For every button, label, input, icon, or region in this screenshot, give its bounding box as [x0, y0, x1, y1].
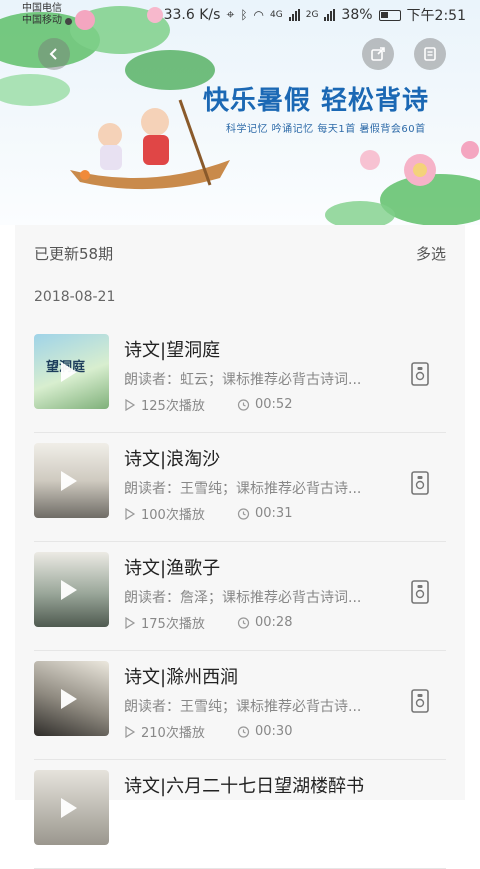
thumbnail — [34, 552, 109, 627]
battery-icon — [378, 9, 401, 21]
list-item[interactable]: 诗文|滁州西涧 朗读者：王雪纯；课标推荐必背古诗... 210次播放 00:30 — [34, 651, 446, 760]
back-button[interactable] — [38, 38, 70, 70]
document-icon — [424, 47, 436, 61]
carrier-1: 中国电信 — [22, 3, 62, 14]
lotus-flowers-right — [325, 141, 480, 225]
item-title: 诗文|浪淘沙 — [124, 449, 221, 470]
duration: 00:52 — [255, 397, 293, 412]
item-meta: 175次播放 00:28 — [124, 613, 292, 632]
carriers: 中国电信 中国移动 — [22, 3, 72, 27]
clock-icon — [237, 508, 250, 520]
download-icon[interactable] — [408, 577, 434, 609]
clock-icon — [237, 617, 250, 629]
item-title: 诗文|望洞庭 — [124, 340, 221, 361]
episode-header: 已更新58期 多选 — [15, 225, 465, 281]
banner: 快乐暑假 轻松背诗 科学记忆 吟诵记忆 每天1首 暑假背会60首 — [0, 0, 480, 225]
thumbnail — [34, 443, 109, 518]
episode-list: 望洞庭 诗文|望洞庭 朗读者：虹云；课标推荐必背古诗词... 125次播放 00… — [15, 324, 465, 869]
item-desc: 朗读者：詹泽；课标推荐必背古诗词... — [124, 590, 362, 606]
list-item[interactable]: 望洞庭 诗文|望洞庭 朗读者：虹云；课标推荐必背古诗词... 125次播放 00… — [34, 324, 446, 433]
thumbnail — [34, 770, 109, 845]
duration: 00:28 — [255, 615, 293, 630]
list-item[interactable]: 诗文|渔歌子 朗读者：詹泽；课标推荐必背古诗词... 175次播放 00:28 — [34, 542, 446, 651]
date-label: 2018-08-21 — [34, 289, 116, 305]
share-icon — [371, 47, 385, 61]
item-title: 诗文|滁州西涧 — [124, 667, 239, 688]
duration: 00:31 — [255, 506, 293, 521]
episode-panel: 已更新58期 多选 2018-08-21 望洞庭 诗文|望洞庭 朗读者：虹云；课… — [15, 225, 465, 869]
play-icon — [61, 471, 77, 491]
status-bar: 中国电信 中国移动 33.6 K/s ⌖ ᛒ ◠ 4G 2G 38% 下午2:5… — [0, 0, 480, 30]
carrier-2: 中国移动 — [22, 15, 62, 26]
item-meta: 210次播放 00:30 — [124, 722, 292, 741]
play-icon — [61, 580, 77, 600]
play-count-icon — [125, 616, 136, 629]
updated-count: 已更新58期 — [34, 244, 114, 263]
item-title: 诗文|渔歌子 — [124, 558, 221, 579]
item-desc: 朗读者：王雪纯；课标推荐必背古诗... — [124, 699, 362, 715]
wifi-icon: ◠ — [253, 8, 265, 22]
play-count-icon — [125, 507, 136, 520]
signal-icon-2 — [324, 9, 336, 21]
download-icon[interactable] — [408, 686, 434, 718]
list-item[interactable]: 诗文|六月二十七日望湖楼醉书 — [34, 760, 446, 869]
clock-icon — [237, 726, 250, 738]
info-button[interactable] — [414, 38, 446, 70]
download-icon[interactable] — [408, 359, 434, 391]
chevron-left-icon — [49, 48, 57, 60]
download-icon[interactable] — [408, 468, 434, 500]
share-button[interactable] — [362, 38, 394, 70]
play-count-icon — [125, 725, 136, 738]
item-meta: 100次播放 00:31 — [124, 504, 292, 523]
item-title: 诗文|六月二十七日望湖楼醉书 — [124, 776, 365, 797]
item-meta: 125次播放 00:52 — [124, 395, 292, 414]
play-count: 100次播放 — [141, 508, 205, 523]
bluetooth-icon: ᛒ — [240, 8, 248, 22]
play-icon — [61, 362, 77, 382]
signal-icon-1 — [288, 9, 300, 21]
list-item[interactable]: 诗文|浪淘沙 朗读者：王雪纯；课标推荐必背古诗... 100次播放 00:31 — [34, 433, 446, 542]
thumbnail: 望洞庭 — [34, 334, 109, 409]
thumbnail — [34, 661, 109, 736]
play-icon — [61, 689, 77, 709]
network-type-2: 2G — [305, 10, 319, 20]
network-speed: 33.6 K/s — [163, 7, 221, 23]
play-count-icon — [125, 398, 136, 411]
network-type-1: 4G — [270, 10, 283, 20]
notification-dot-icon — [65, 17, 72, 25]
play-count: 210次播放 — [141, 726, 205, 741]
clock-icon — [237, 399, 250, 411]
item-desc: 朗读者：王雪纯；课标推荐必背古诗... — [124, 481, 362, 497]
play-icon — [61, 798, 77, 818]
location-icon: ⌖ — [226, 7, 235, 23]
play-count: 125次播放 — [141, 399, 205, 414]
multi-select-button[interactable]: 多选 — [416, 243, 446, 264]
clock: 下午2:51 — [406, 8, 466, 24]
banner-title: 快乐暑假 轻松背诗 — [203, 86, 430, 116]
item-desc: 朗读者：虹云；课标推荐必背古诗词... — [124, 372, 362, 388]
battery-percent: 38% — [341, 7, 373, 23]
play-count: 175次播放 — [141, 617, 205, 632]
duration: 00:30 — [255, 724, 293, 739]
